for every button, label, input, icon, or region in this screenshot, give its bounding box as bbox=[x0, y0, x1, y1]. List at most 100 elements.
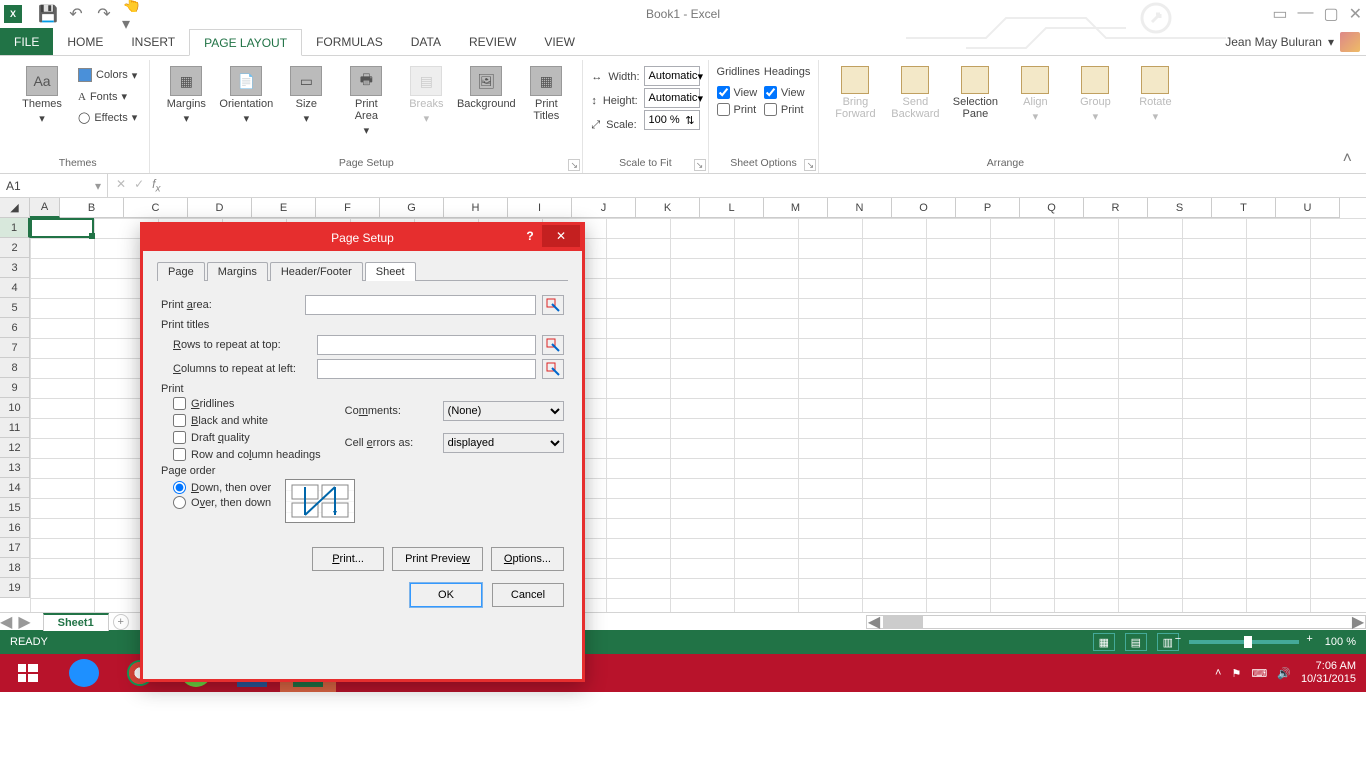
colsrepeat-input[interactable] bbox=[317, 359, 536, 379]
row-header-16[interactable]: 16 bbox=[0, 518, 30, 538]
width-select[interactable]: Automatic▾ bbox=[644, 66, 700, 86]
row-header-19[interactable]: 19 bbox=[0, 578, 30, 598]
maximize-icon[interactable]: ▢ bbox=[1323, 4, 1338, 24]
col-header-H[interactable]: H bbox=[444, 198, 508, 218]
printarea-button[interactable]: 🖶Print Area▾ bbox=[338, 62, 394, 137]
scaletofit-launcher[interactable]: ↘ bbox=[694, 159, 706, 171]
sendbackward-button[interactable]: Send Backward bbox=[887, 62, 943, 120]
printtitles-button[interactable]: ▦Print Titles bbox=[518, 62, 574, 122]
tray-up-icon[interactable]: ˄ bbox=[1215, 667, 1221, 679]
printarea-input[interactable] bbox=[305, 295, 536, 315]
options-button[interactable]: Options... bbox=[491, 547, 564, 571]
printarea-picker[interactable] bbox=[542, 295, 564, 315]
col-header-E[interactable]: E bbox=[252, 198, 316, 218]
rowcolheadings-checkbox[interactable]: Row and column headings bbox=[173, 448, 321, 461]
cancel-button[interactable]: Cancel bbox=[492, 583, 564, 607]
bringforward-button[interactable]: Bring Forward bbox=[827, 62, 883, 120]
row-header-9[interactable]: 9 bbox=[0, 378, 30, 398]
scroll-right-icon[interactable]: ▶ bbox=[1351, 615, 1365, 629]
dlg-tab-margins[interactable]: Margins bbox=[207, 262, 268, 281]
row-header-17[interactable]: 17 bbox=[0, 538, 30, 558]
col-header-T[interactable]: T bbox=[1212, 198, 1276, 218]
dialog-close-icon[interactable]: ✕ bbox=[542, 225, 580, 247]
col-header-K[interactable]: K bbox=[636, 198, 700, 218]
qat-undo-icon[interactable]: ↶ bbox=[68, 6, 84, 22]
zoom-slider[interactable] bbox=[1189, 640, 1299, 644]
fonts-button[interactable]: AFonts▾ bbox=[74, 88, 141, 105]
row-header-1[interactable]: 1 bbox=[0, 218, 30, 238]
tab-view[interactable]: VIEW bbox=[530, 28, 589, 55]
tab-home[interactable]: HOME bbox=[53, 28, 117, 55]
cellerrors-select[interactable]: displayed bbox=[443, 433, 564, 453]
breaks-button[interactable]: ▤Breaks▾ bbox=[398, 62, 454, 125]
blackwhite-checkbox[interactable]: Black and white bbox=[173, 414, 321, 427]
draftquality-checkbox[interactable]: Draft quality bbox=[173, 431, 321, 444]
tab-data[interactable]: DATA bbox=[397, 28, 455, 55]
colsrepeat-picker[interactable] bbox=[542, 359, 564, 379]
col-header-S[interactable]: S bbox=[1148, 198, 1212, 218]
tab-nav-next-icon[interactable]: ▶ bbox=[18, 612, 30, 632]
col-header-M[interactable]: M bbox=[764, 198, 828, 218]
rotate-button[interactable]: Rotate▾ bbox=[1127, 62, 1183, 123]
scroll-left-icon[interactable]: ◀ bbox=[867, 615, 881, 629]
row-header-2[interactable]: 2 bbox=[0, 238, 30, 258]
headings-view-checkbox[interactable]: View bbox=[764, 86, 810, 99]
print-button[interactable]: Print... bbox=[312, 547, 384, 571]
background-button[interactable]: 🖼Background bbox=[458, 62, 514, 110]
tab-formulas[interactable]: FORMULAS bbox=[302, 28, 397, 55]
col-header-C[interactable]: C bbox=[124, 198, 188, 218]
col-header-D[interactable]: D bbox=[188, 198, 252, 218]
qat-redo-icon[interactable]: ↷ bbox=[96, 6, 112, 22]
margins-button[interactable]: ▦Margins▾ bbox=[158, 62, 214, 125]
col-header-R[interactable]: R bbox=[1084, 198, 1148, 218]
horizontal-scrollbar[interactable]: ◀▶ bbox=[866, 615, 1366, 629]
col-header-I[interactable]: I bbox=[508, 198, 572, 218]
dialog-help-icon[interactable]: ? bbox=[518, 229, 542, 243]
col-header-B[interactable]: B bbox=[60, 198, 124, 218]
scale-input[interactable]: 100 %⇅ bbox=[644, 110, 700, 130]
clock[interactable]: 7:06 AM 10/31/2015 bbox=[1301, 660, 1356, 686]
row-header-18[interactable]: 18 bbox=[0, 558, 30, 578]
gridlines-print-checkbox[interactable]: Print bbox=[717, 103, 760, 116]
group-button[interactable]: Group▾ bbox=[1067, 62, 1123, 123]
row-header-14[interactable]: 14 bbox=[0, 478, 30, 498]
col-header-L[interactable]: L bbox=[700, 198, 764, 218]
row-header-3[interactable]: 3 bbox=[0, 258, 30, 278]
col-header-A[interactable]: A bbox=[30, 198, 60, 218]
qat-save-icon[interactable]: 💾 bbox=[40, 6, 56, 22]
fx-icon[interactable]: fx bbox=[152, 177, 160, 194]
view-normal-icon[interactable]: ▦ bbox=[1093, 633, 1115, 651]
pagesetup-launcher[interactable]: ↘ bbox=[568, 159, 580, 171]
view-pagelayout-icon[interactable]: ▤ bbox=[1125, 633, 1147, 651]
overdown-radio[interactable]: Over, then down bbox=[173, 496, 271, 509]
qat-touch-icon[interactable]: 👆▾ bbox=[124, 6, 140, 22]
themes-button[interactable]: Aa Themes▾ bbox=[14, 62, 70, 125]
dlg-tab-page[interactable]: Page bbox=[157, 262, 205, 281]
row-header-12[interactable]: 12 bbox=[0, 438, 30, 458]
tray-action-icon[interactable]: ⚑ bbox=[1231, 667, 1241, 680]
rowsrepeat-picker[interactable] bbox=[542, 335, 564, 355]
col-header-F[interactable]: F bbox=[316, 198, 380, 218]
cancel-formula-icon[interactable]: ✕ bbox=[116, 177, 126, 194]
taskbar-app1[interactable] bbox=[56, 654, 112, 692]
sheet-tab[interactable]: Sheet1 bbox=[43, 613, 109, 631]
row-header-13[interactable]: 13 bbox=[0, 458, 30, 478]
ribbon-options-icon[interactable]: ▭ bbox=[1272, 4, 1287, 24]
colors-button[interactable]: Colors▾ bbox=[74, 66, 141, 84]
effects-button[interactable]: ◯Effects▾ bbox=[74, 109, 141, 126]
tray-volume-icon[interactable]: 🔊 bbox=[1277, 667, 1291, 680]
ok-button[interactable]: OK bbox=[410, 583, 482, 607]
dlg-tab-sheet[interactable]: Sheet bbox=[365, 262, 416, 281]
gridlines-view-checkbox[interactable]: View bbox=[717, 86, 760, 99]
tab-pagelayout[interactable]: PAGE LAYOUT bbox=[189, 29, 302, 56]
row-header-5[interactable]: 5 bbox=[0, 298, 30, 318]
row-header-4[interactable]: 4 bbox=[0, 278, 30, 298]
tab-nav-prev-icon[interactable]: ◀ bbox=[0, 612, 12, 632]
col-header-P[interactable]: P bbox=[956, 198, 1020, 218]
tab-file[interactable]: FILE bbox=[0, 28, 53, 55]
row-header-11[interactable]: 11 bbox=[0, 418, 30, 438]
selectionpane-button[interactable]: Selection Pane bbox=[947, 62, 1003, 120]
headings-print-checkbox[interactable]: Print bbox=[764, 103, 810, 116]
rowsrepeat-input[interactable] bbox=[317, 335, 536, 355]
add-sheet-button[interactable]: + bbox=[113, 614, 129, 630]
